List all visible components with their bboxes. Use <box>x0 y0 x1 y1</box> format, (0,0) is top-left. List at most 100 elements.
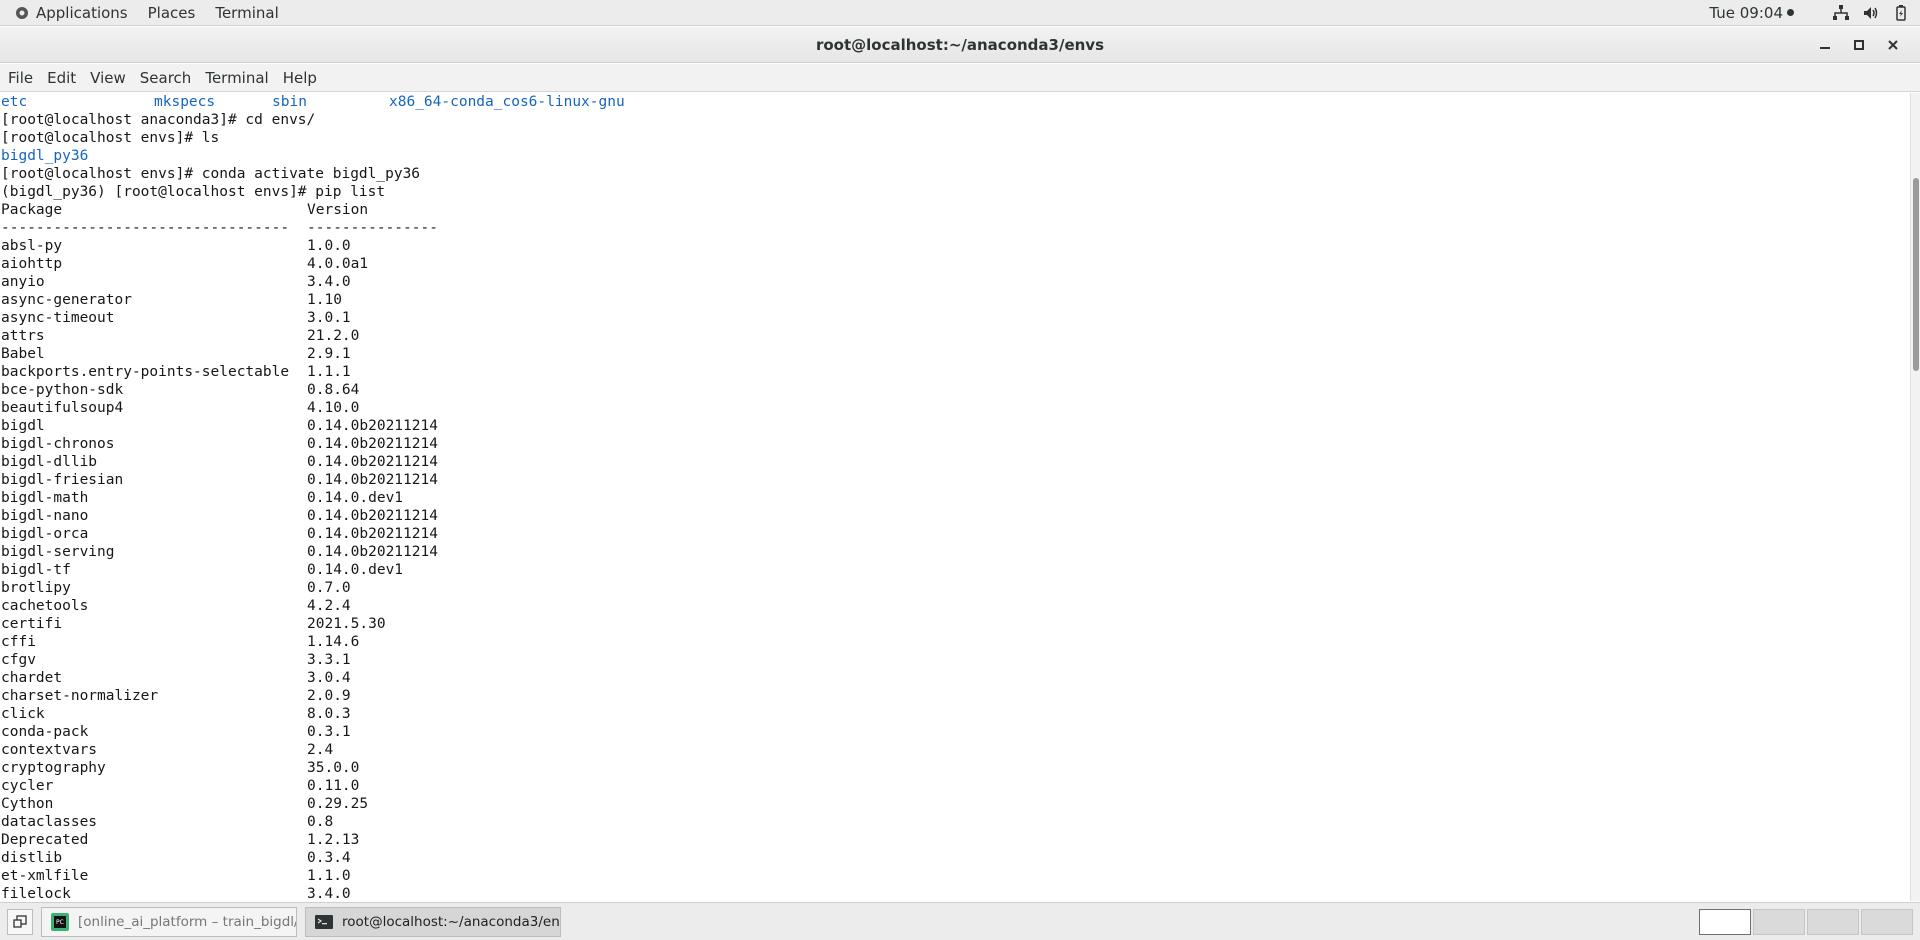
package-name: async-generator <box>1 292 132 308</box>
package-name: bce-python-sdk <box>1 382 124 398</box>
package-version: 0.29.25 <box>307 796 369 812</box>
table-row: Babel 2.9.1 <box>1 345 1910 363</box>
table-row: bigdl-friesian 0.14.0b20211214 <box>1 471 1910 489</box>
places-label: Places <box>147 3 196 22</box>
table-row: cfgv 3.3.1 <box>1 651 1910 669</box>
terminal-app-menu[interactable]: Terminal <box>209 0 292 25</box>
package-version: 4.10.0 <box>307 400 360 416</box>
package-version: 1.0.0 <box>307 238 351 254</box>
table-separator: --------------------------------- ------… <box>1 219 1910 237</box>
package-version: 0.14.0b20211214 <box>307 472 438 488</box>
table-row: certifi 2021.5.30 <box>1 615 1910 633</box>
package-name: bigdl-friesian <box>1 472 124 488</box>
top-panel: Applications Places Terminal Tue 09:04 <box>0 0 1920 26</box>
header-version: Version <box>307 202 369 218</box>
workspace-3[interactable] <box>1807 908 1859 935</box>
package-version: 0.14.0.dev1 <box>307 490 404 506</box>
network-icon[interactable] <box>1832 4 1850 22</box>
terminal-scrollbar[interactable] <box>1910 93 1920 901</box>
table-row: bigdl-chronos 0.14.0b20211214 <box>1 435 1910 453</box>
package-version: 2021.5.30 <box>307 616 386 632</box>
clock[interactable]: Tue 09:04 <box>1709 4 1794 22</box>
package-version: 3.0.1 <box>307 310 351 326</box>
window-title-bar[interactable]: root@localhost:~/anaconda3/envs <box>0 27 1920 63</box>
task-terminal[interactable]: root@localhost:~/anaconda3/envs <box>305 906 561 937</box>
package-version: 1.14.6 <box>307 634 360 650</box>
package-name: bigdl-math <box>1 490 89 506</box>
table-row: dataclasses 0.8 <box>1 813 1910 831</box>
package-name: bigdl-dllib <box>1 454 98 470</box>
task-label: [online_ai_platform – train_bigdl/cla... <box>78 913 296 930</box>
table-row: brotlipy 0.7.0 <box>1 579 1910 597</box>
menu-search[interactable]: Search <box>140 69 200 87</box>
task-pycharm[interactable]: PC [online_ai_platform – train_bigdl/cla… <box>41 906 297 937</box>
separator-version: --------------- <box>307 220 438 236</box>
top-panel-status: Tue 09:04 <box>1709 0 1920 25</box>
package-name: charset-normalizer <box>1 688 159 704</box>
minimize-button[interactable] <box>1808 30 1842 60</box>
places-menu[interactable]: Places <box>142 0 210 25</box>
scrollbar-thumb[interactable] <box>1913 178 1919 371</box>
workspace-1[interactable] <box>1699 908 1751 935</box>
show-desktop-button[interactable] <box>7 908 33 935</box>
package-name: cfgv <box>1 652 36 668</box>
menu-terminal[interactable]: Terminal <box>205 69 276 87</box>
header-package: Package <box>1 202 63 218</box>
ls-entry: x86_64-conda_cos6-linux-gnu <box>389 94 625 110</box>
package-version: 3.0.4 <box>307 670 351 686</box>
terminal-lines: etc mkspecs sbin x86_64-conda_cos6-linux-gn… <box>0 93 1910 901</box>
workspace-2[interactable] <box>1753 908 1805 935</box>
clock-label: Tue 09:04 <box>1709 3 1783 22</box>
package-version: 0.11.0 <box>307 778 360 794</box>
menu-file[interactable]: File <box>8 69 41 87</box>
package-version: 8.0.3 <box>307 706 351 722</box>
table-row: bce-python-sdk 0.8.64 <box>1 381 1910 399</box>
maximize-button[interactable] <box>1842 30 1876 60</box>
close-button[interactable] <box>1876 30 1910 60</box>
package-list: absl-py 1.0.0 aiohttp 4.0.0a1 anyio 3.4.0 asyn… <box>1 237 1910 901</box>
workspace-4[interactable] <box>1861 908 1913 935</box>
table-header: Package Version <box>1 201 1910 219</box>
applications-label: Applications <box>36 3 128 22</box>
table-row: cycler 0.11.0 <box>1 777 1910 795</box>
package-name: async-timeout <box>1 310 115 326</box>
package-name: attrs <box>1 328 45 344</box>
package-version: 0.14.0b20211214 <box>307 508 438 524</box>
ls-entry: sbin <box>272 94 307 110</box>
package-version: 0.8.64 <box>307 382 360 398</box>
table-row: Deprecated 1.2.13 <box>1 831 1910 849</box>
package-version: 3.3.1 <box>307 652 351 668</box>
table-row: async-generator 1.10 <box>1 291 1910 309</box>
package-name: cryptography <box>1 760 106 776</box>
package-name: aiohttp <box>1 256 63 272</box>
package-name: bigdl-chronos <box>1 436 115 452</box>
window-list-taskbar: PC [online_ai_platform – train_bigdl/cla… <box>0 902 1920 940</box>
package-version: 1.10 <box>307 292 342 308</box>
package-version: 0.14.0b20211214 <box>307 454 438 470</box>
menu-help[interactable]: Help <box>283 69 325 87</box>
battery-icon[interactable] <box>1892 4 1910 22</box>
table-row: Cython 0.29.25 <box>1 795 1910 813</box>
menu-view[interactable]: View <box>90 69 134 87</box>
table-row: cryptography 35.0.0 <box>1 759 1910 777</box>
volume-icon[interactable] <box>1862 4 1880 22</box>
package-name: anyio <box>1 274 45 290</box>
package-version: 0.14.0b20211214 <box>307 526 438 542</box>
package-version: 3.4.0 <box>307 274 351 290</box>
applications-menu[interactable]: Applications <box>8 0 142 25</box>
table-row: cachetools 4.2.4 <box>1 597 1910 615</box>
table-row: conda-pack 0.3.1 <box>1 723 1910 741</box>
menu-edit[interactable]: Edit <box>47 69 84 87</box>
maximize-icon <box>1854 40 1864 50</box>
package-version: 1.2.13 <box>307 832 360 848</box>
package-name: contextvars <box>1 742 98 758</box>
package-version: 4.2.4 <box>307 598 351 614</box>
package-name: Deprecated <box>1 832 89 848</box>
table-row: distlib 0.3.4 <box>1 849 1910 867</box>
terminal-output[interactable]: etc mkspecs sbin x86_64-conda_cos6-linux-gn… <box>0 93 1910 901</box>
table-row: click 8.0.3 <box>1 705 1910 723</box>
package-version: 0.7.0 <box>307 580 351 596</box>
package-name: bigdl-nano <box>1 508 89 524</box>
table-row: beautifulsoup4 4.10.0 <box>1 399 1910 417</box>
svg-text:PC: PC <box>56 919 64 926</box>
